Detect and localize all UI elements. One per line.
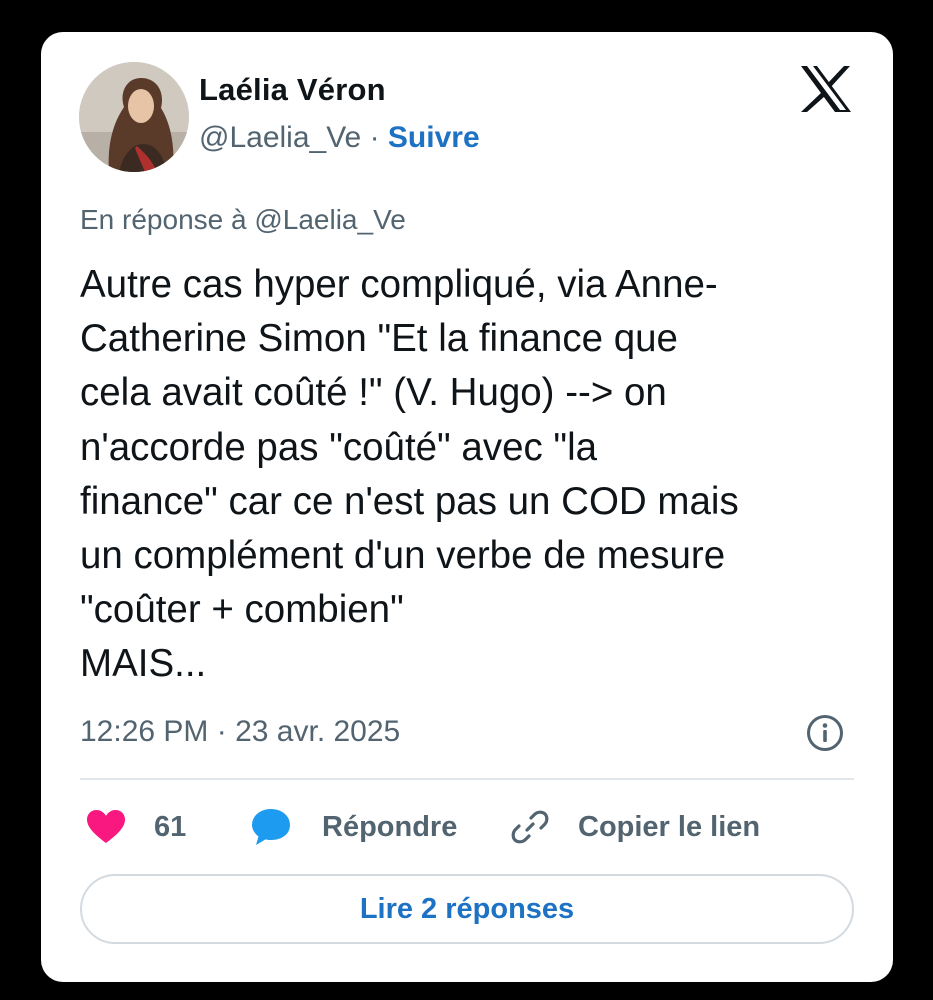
like-button[interactable]: 61 — [86, 802, 186, 852]
reply-button[interactable]: Répondre — [250, 802, 457, 852]
read-replies-label: Lire 2 réponses — [359, 892, 575, 925]
speech-bubble-icon — [252, 809, 290, 845]
action-bar: 61 Répondre Copier le lien — [80, 802, 854, 852]
handle-row: @Laelia_Ve · Suivre — [199, 121, 480, 155]
tweet-time[interactable]: 12:26 PM — [80, 715, 208, 748]
tweet-date[interactable]: 23 avr. 2025 — [235, 715, 400, 748]
avatar[interactable] — [79, 62, 189, 172]
like-count: 61 — [154, 810, 187, 843]
handle-separator: · — [361, 121, 388, 154]
timestamp-row[interactable]: 12:26 PM · 23 avr. 2025 — [80, 715, 400, 749]
author-handle[interactable]: @Laelia_Ve — [199, 121, 361, 154]
info-icon[interactable] — [805, 713, 845, 753]
copy-link-label: Copier le lien — [578, 810, 761, 843]
author-name[interactable]: Laélia Véron — [199, 72, 386, 108]
heart-icon — [87, 810, 125, 843]
link-icon — [511, 810, 549, 844]
tweet-card: Laélia Véron @Laelia_Ve · Suivre En répo… — [41, 32, 893, 982]
divider — [80, 778, 854, 780]
copy-link-button[interactable]: Copier le lien — [510, 802, 760, 852]
read-replies-button[interactable]: Lire 2 réponses — [80, 874, 854, 944]
tweet-text: Autre cas hyper compliqué, via Anne- Cat… — [80, 263, 739, 686]
reply-to-line: En réponse à @Laelia_Ve — [80, 204, 406, 235]
x-logo-icon[interactable] — [799, 64, 853, 114]
follow-button[interactable]: Suivre — [388, 121, 480, 154]
date-separator: · — [208, 715, 236, 748]
avatar-photo — [79, 62, 189, 172]
reply-label: Répondre — [322, 810, 458, 843]
